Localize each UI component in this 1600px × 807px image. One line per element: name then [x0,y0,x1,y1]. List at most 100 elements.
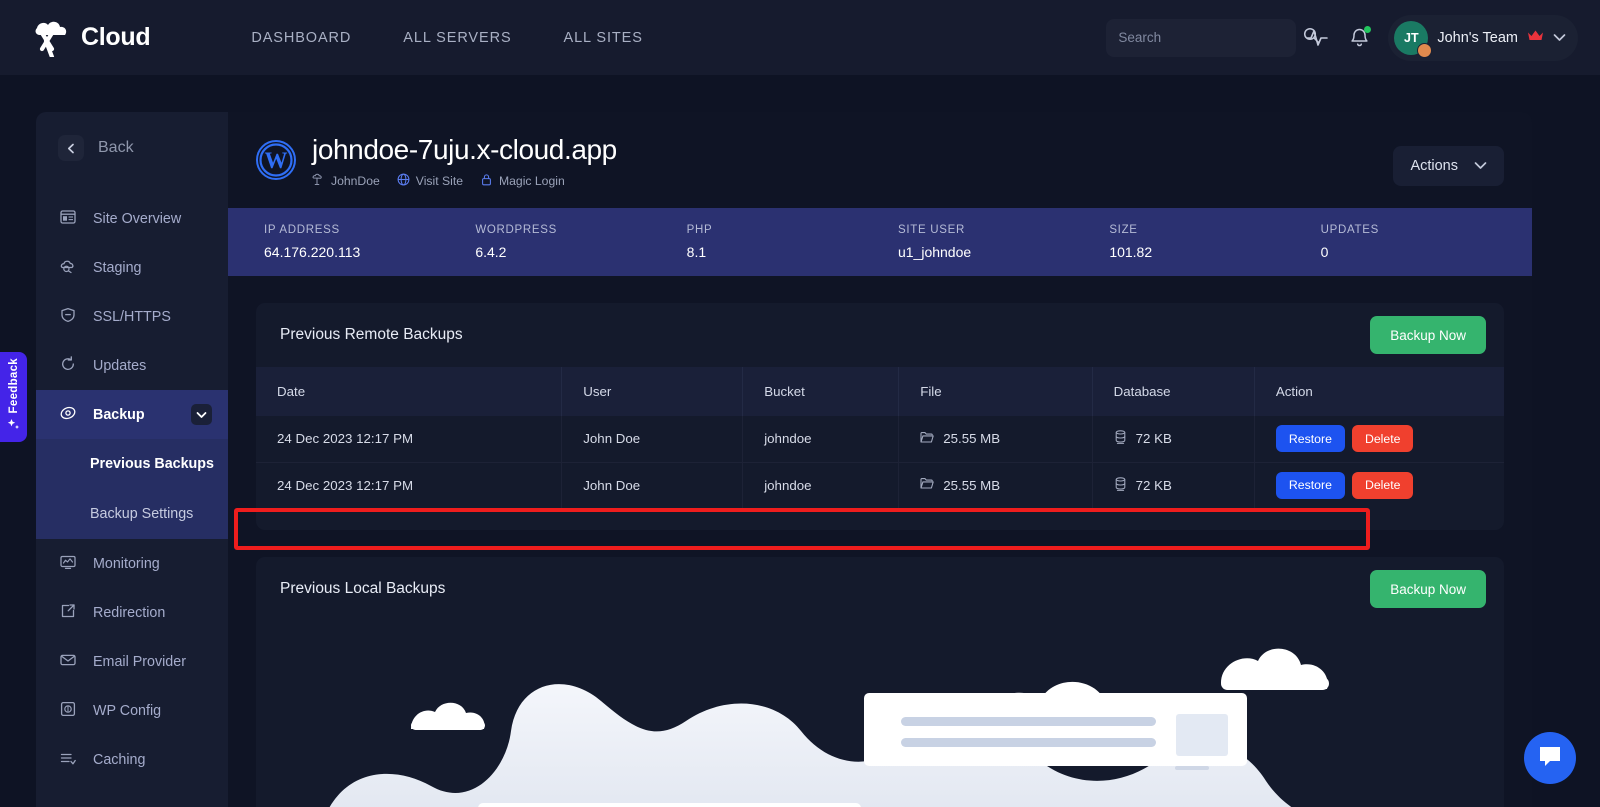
restore-button[interactable]: Restore [1275,471,1345,499]
info-ip-address: IP ADDRESS 64.176.220.113 [264,224,475,260]
shield-icon [60,307,76,327]
team-switcher[interactable]: JT John's Team [1388,14,1578,61]
feedback-label: Feedback [7,357,20,414]
actions-button[interactable]: Actions [1393,146,1504,186]
chevron-down-icon [191,404,212,425]
sidebar-item-caching[interactable]: Caching [36,735,228,784]
wp-config-icon [60,701,76,721]
site-link-label: Visit Site [415,174,463,188]
team-name: John's Team [1437,29,1518,46]
sidebar-subitem-previous-backups[interactable]: Previous Backups [36,439,228,489]
info-key: WORDPRESS [475,224,558,236]
activity-pulse-button[interactable] [1296,17,1338,59]
remote-backups-card: Previous Remote Backups Backup Now Date … [256,303,1504,530]
sidebar: Back Site Overview Staging SSL/HTTPS Upd… [36,112,228,807]
external-link-icon [60,603,76,623]
sidebar-item-wp-config[interactable]: WP Config [36,686,228,735]
back-button[interactable]: Back [36,112,228,184]
cell-action: Restore Delete [1254,416,1504,462]
top-navbar: Cloud DASHBOARD ALL SERVERS ALL SITES JT… [0,0,1600,75]
sidebar-item-label: SSL/HTTPS [93,308,171,325]
site-info-bar: IP ADDRESS 64.176.220.113 WORDPRESS 6.4.… [228,208,1532,276]
lock-icon [480,173,493,189]
site-link-visit-site[interactable]: Visit Site [397,173,463,189]
cell-date: 24 Dec 2023 12:17 PM [256,416,563,462]
site-link-magic-login[interactable]: Magic Login [480,173,565,189]
info-value: 0 [1320,244,1329,260]
folder-icon [920,431,934,447]
nav-link-all-sites[interactable]: ALL SITES [538,20,669,56]
sidebar-item-label: WP Config [93,702,162,719]
sidebar-item-monitoring[interactable]: Monitoring [36,539,228,588]
restore-button[interactable]: Restore [1275,425,1345,453]
sidebar-item-staging[interactable]: Staging [36,243,228,292]
sidebar-item-label: Email Provider [93,653,186,670]
cell-user: John Doe [561,416,744,462]
cell-date: 24 Dec 2023 12:17 PM [256,462,563,508]
info-php: PHP 8.1 [687,224,898,260]
nav-link-all-servers[interactable]: ALL SERVERS [377,20,537,56]
page-title: johndoe-7uju.x-cloud.app [312,134,617,165]
column-header-database: Database [1092,367,1255,416]
cell-database-value: 72 KB [1135,431,1172,447]
site-link-johndoe[interactable]: JohnDoe [312,173,380,189]
backup-icon [60,405,76,425]
info-site-user: SITE USER u1_johndoe [898,224,1109,260]
nav-link-dashboard[interactable]: DASHBOARD [225,20,377,56]
feedback-tab[interactable]: Feedback [0,352,27,442]
sidebar-subitem-backup-settings[interactable]: Backup Settings [36,489,228,539]
info-key: SITE USER [897,224,965,236]
main-panel: W johndoe-7uju.x-cloud.app JohnDoe Visit… [228,112,1532,807]
search-box[interactable] [1106,18,1320,57]
chevron-left-icon [58,135,84,161]
sidebar-item-label: Backup [93,406,145,423]
info-key: IP ADDRESS [264,224,340,236]
sidebar-item-site-overview[interactable]: Site Overview [36,194,228,243]
chat-support-button[interactable] [1524,732,1576,784]
cell-user: John Doe [561,462,744,508]
table-row[interactable]: 24 Dec 2023 12:17 PM John Doe johndoe 25… [256,462,1504,508]
delete-button[interactable]: Delete [1351,425,1414,453]
card-title: Previous Local Backups [280,580,446,597]
info-key: SIZE [1109,224,1138,236]
local-backup-now-button[interactable]: Backup Now [1370,570,1486,608]
sidebar-backup-chevron[interactable] [191,404,212,425]
sidebar-item-updates[interactable]: Updates [36,341,228,390]
info-value: 6.4.2 [475,244,507,260]
search-input[interactable] [1118,30,1296,45]
chevron-down-icon [1474,158,1487,174]
mail-icon [60,652,76,672]
remote-backup-now-button[interactable]: Backup Now [1370,316,1486,354]
sidebar-item-ssl-https[interactable]: SSL/HTTPS [36,292,228,341]
table-row[interactable]: 24 Dec 2023 12:17 PM John Doe johndoe 25… [256,416,1504,462]
site-header: W johndoe-7uju.x-cloud.app JohnDoe Visit… [228,112,1532,189]
staging-icon [60,258,76,278]
sparkle-icon [7,418,20,436]
column-header-action: Action [1275,384,1313,399]
sidebar-item-backup[interactable]: Backup [36,390,228,439]
sidebar-item-label: Staging [93,259,142,276]
crown-icon [1527,29,1544,47]
database-icon [1114,477,1127,494]
site-link-label: Magic Login [499,174,565,188]
actions-label: Actions [1410,158,1458,174]
site-link-label: JohnDoe [331,174,380,188]
notifications-bell-button[interactable] [1338,17,1380,59]
caching-icon [60,750,76,770]
avatar-initials: JT [1404,30,1419,45]
info-updates: UPDATES 0 [1321,224,1532,260]
chevron-down-icon[interactable] [1553,29,1566,47]
brand-name: Cloud [81,23,151,51]
sidebar-nav: Site Overview Staging SSL/HTTPS Updates [36,194,228,784]
column-header-bucket: Bucket [742,367,900,416]
remote-backups-header: Previous Remote Backups Backup Now [256,303,1504,367]
sidebar-item-redirection[interactable]: Redirection [36,588,228,637]
sidebar-item-email-provider[interactable]: Email Provider [36,637,228,686]
info-value: 101.82 [1109,244,1153,260]
delete-button[interactable]: Delete [1351,471,1414,499]
cell-file: 25.55 MB [898,416,1093,462]
sidebar-item-label: Monitoring [93,555,160,572]
cell-file-value: 25.55 MB [943,431,1001,447]
info-value: 8.1 [686,244,707,260]
brand-logo[interactable]: Cloud [32,19,151,59]
